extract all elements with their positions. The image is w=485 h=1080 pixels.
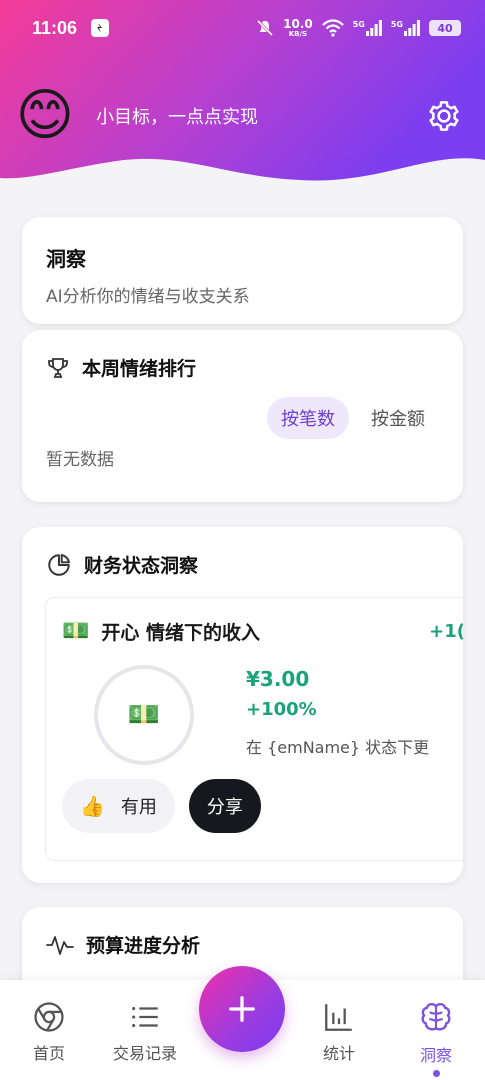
net-speed-value: 10.0 bbox=[283, 17, 313, 31]
activity-icon bbox=[46, 935, 74, 955]
active-indicator-dot bbox=[432, 1070, 440, 1077]
money-icon: 💵 bbox=[62, 619, 90, 644]
emotion-ranking-card: 本周情绪排行 按笔数 按金额 暂无数据 bbox=[22, 330, 463, 502]
ranking-toggle: 按笔数 按金额 bbox=[46, 397, 439, 439]
signal-5g-icon-2: 5G bbox=[391, 20, 420, 36]
ranking-header: 本周情绪排行 bbox=[46, 354, 439, 381]
trophy-icon bbox=[48, 357, 68, 378]
budget-header: 预算进度分析 bbox=[46, 931, 439, 958]
bar-chart-icon bbox=[325, 1004, 352, 1031]
progress-ring: 💵 bbox=[94, 665, 194, 765]
money-icon: 💵 bbox=[127, 700, 161, 730]
income-change-percent: +100% bbox=[246, 699, 317, 720]
mute-icon bbox=[257, 19, 274, 37]
empty-state-text: 暂无数据 bbox=[46, 450, 114, 470]
profile-row: 😊 小目标，一点点实现 bbox=[12, 83, 461, 149]
nav-home-label: 首页 bbox=[32, 1044, 65, 1063]
signal-label-1: 5G bbox=[352, 20, 365, 29]
list-icon bbox=[132, 1006, 158, 1028]
insight-item-stats: ¥3.00 +100% 在 {emName} 状态下更 bbox=[246, 665, 429, 765]
thumbs-up-icon: 👍 bbox=[80, 794, 105, 818]
network-speed: 10.0 KB/S bbox=[283, 18, 313, 38]
nav-insights[interactable]: 洞察 bbox=[391, 1000, 481, 1077]
income-amount: ¥3.00 bbox=[246, 667, 310, 691]
insight-item-body: 💵 ¥3.00 +100% 在 {emName} 状态下更 bbox=[62, 665, 447, 765]
net-speed-unit: KB/S bbox=[288, 30, 308, 38]
budget-title: 预算进度分析 bbox=[86, 935, 201, 957]
notification-app-icon bbox=[91, 19, 110, 37]
status-time: 11:06 bbox=[32, 17, 78, 38]
brain-icon bbox=[421, 1002, 451, 1031]
finance-header: 财务状态洞察 bbox=[46, 551, 439, 578]
plus-icon bbox=[229, 996, 255, 1022]
insight-description: 在 {emName} 状态下更 bbox=[246, 738, 430, 757]
insight-item-change: +1( bbox=[429, 621, 463, 642]
share-button[interactable]: 分享 bbox=[188, 779, 261, 833]
signal-label-2: 5G bbox=[390, 20, 403, 29]
nav-transactions[interactable]: 交易记录 bbox=[100, 1000, 190, 1064]
avatar[interactable]: 😊 bbox=[12, 83, 78, 149]
nav-insights-label: 洞察 bbox=[419, 1046, 452, 1065]
finance-insight-card: 财务状态洞察 💵 开心 情绪下的收入 +1( 💵 ¥3.00 +100% 在 {… bbox=[22, 527, 463, 883]
insight-card: 洞察 AI分析你的情绪与收支关系 bbox=[22, 217, 463, 324]
signal-5g-icon-1: 5G bbox=[353, 20, 382, 36]
toggle-by-count[interactable]: 按笔数 bbox=[267, 397, 349, 439]
toggle-by-amount[interactable]: 按金额 bbox=[357, 397, 439, 439]
insight-item-header: 💵 开心 情绪下的收入 +1( bbox=[62, 618, 463, 645]
useful-label: 有用 bbox=[120, 797, 157, 818]
ranking-title: 本周情绪排行 bbox=[82, 358, 197, 380]
chrome-icon bbox=[34, 1002, 64, 1032]
insight-actions: 👍 有用 分享 bbox=[62, 779, 447, 833]
page-title: 洞察 bbox=[46, 247, 86, 271]
useful-button[interactable]: 👍 有用 bbox=[62, 779, 175, 833]
nav-home[interactable]: 首页 bbox=[4, 1000, 94, 1064]
wifi-icon bbox=[321, 19, 344, 37]
insight-item-title: 开心 情绪下的收入 bbox=[101, 622, 261, 644]
motto-text: 小目标，一点点实现 bbox=[96, 107, 258, 128]
nav-stats[interactable]: 统计 bbox=[294, 1000, 384, 1064]
add-transaction-button[interactable] bbox=[199, 966, 285, 1052]
nav-transactions-label: 交易记录 bbox=[112, 1044, 177, 1063]
finance-title: 财务状态洞察 bbox=[84, 555, 199, 577]
insight-item-card: 💵 开心 情绪下的收入 +1( 💵 ¥3.00 +100% 在 {emName}… bbox=[45, 597, 463, 861]
pie-chart-icon bbox=[48, 553, 70, 576]
nav-stats-label: 统计 bbox=[322, 1044, 355, 1063]
battery-icon: 40 bbox=[429, 20, 461, 36]
gear-icon[interactable] bbox=[427, 99, 461, 133]
status-bar: 11:06 10.0 KB/S 5G 5G 40 bbox=[0, 0, 485, 56]
page-subtitle: AI分析你的情绪与收支关系 bbox=[46, 287, 250, 307]
